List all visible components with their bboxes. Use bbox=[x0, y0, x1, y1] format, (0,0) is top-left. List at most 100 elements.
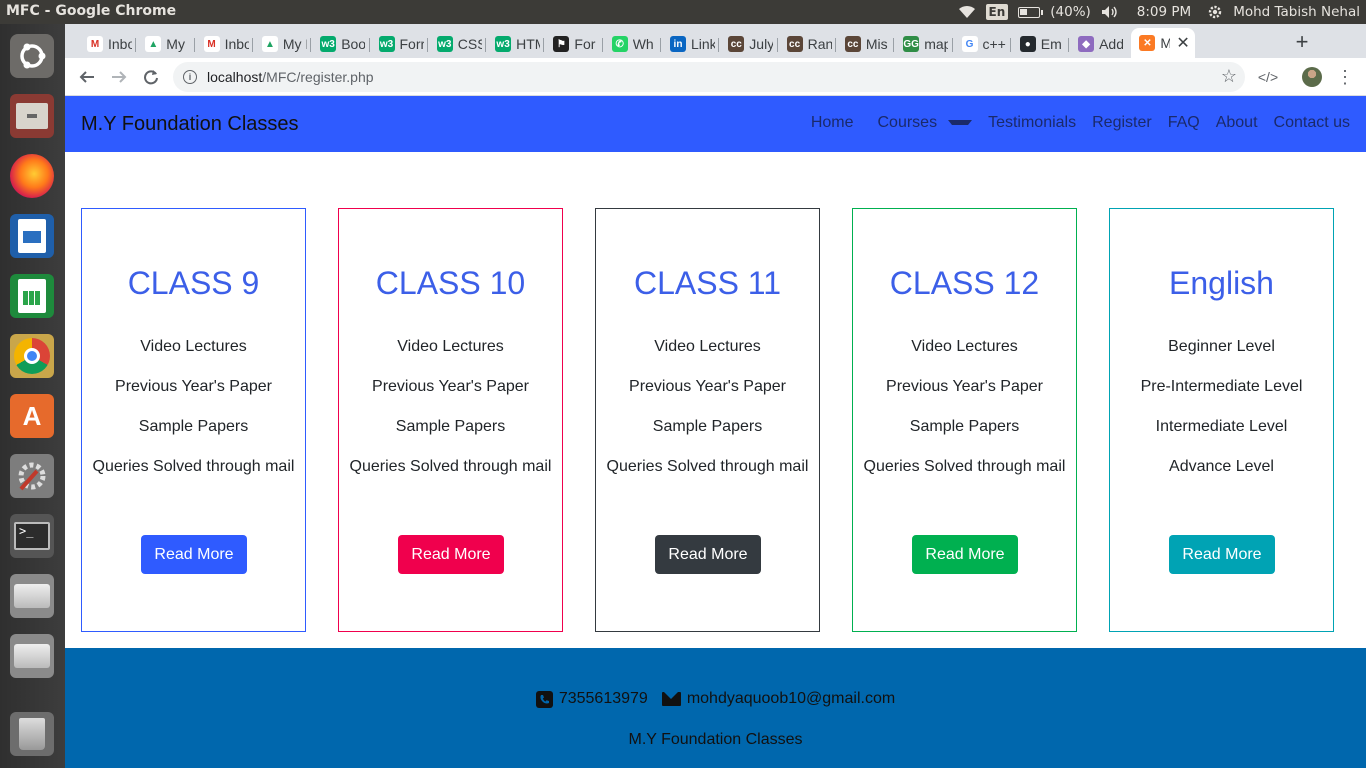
avatar[interactable] bbox=[1301, 66, 1323, 88]
nav-testimonials[interactable]: Testimonials bbox=[980, 114, 1084, 132]
libreoffice-writer-icon[interactable] bbox=[6, 210, 58, 262]
gmail-icon: M bbox=[87, 36, 103, 52]
volume-icon[interactable] bbox=[1101, 5, 1119, 19]
browser-tab[interactable]: MInbox bbox=[196, 30, 254, 58]
libreoffice-calc-icon[interactable] bbox=[6, 270, 58, 322]
nav-contact[interactable]: Contact us bbox=[1266, 114, 1358, 132]
browser-tab[interactable]: GG map bbox=[895, 30, 953, 58]
user-name[interactable]: Mohd Tabish Nehal bbox=[1233, 4, 1360, 20]
browser-tab[interactable]: cc Ran bbox=[779, 30, 837, 58]
nav-courses[interactable]: Courses bbox=[862, 114, 981, 132]
tab-title: c++ bbox=[982, 36, 1006, 52]
browser-tab-bar: + MInbox▲My DMInbox▲My Dw3Boow3Forrw3CSS… bbox=[65, 24, 1366, 58]
read-more-button[interactable]: Read More bbox=[655, 535, 761, 574]
browser-tab[interactable]: ✕ M ✕ bbox=[1131, 28, 1196, 58]
browser-tab[interactable]: in Link bbox=[662, 30, 720, 58]
feature-item: Sample Papers bbox=[395, 418, 506, 435]
browser-tab[interactable]: ✆ Wh bbox=[604, 30, 662, 58]
close-tab-icon[interactable]: ✕ bbox=[1176, 33, 1189, 53]
feature-item: Pre-Intermediate Level bbox=[1140, 378, 1303, 395]
tab-title: Add bbox=[1099, 36, 1124, 52]
menu-kebab-icon[interactable]: ⋮ bbox=[1335, 66, 1355, 88]
tab-separator bbox=[893, 38, 895, 52]
footer-email[interactable]: mohdyaquoob10@gmail.com bbox=[687, 690, 895, 708]
nav-about[interactable]: About bbox=[1208, 114, 1266, 132]
site-info-icon[interactable]: i bbox=[183, 70, 197, 84]
clock[interactable]: 8:09 PM bbox=[1137, 4, 1191, 20]
keyboard-language[interactable]: En bbox=[985, 4, 1009, 20]
browser-tab[interactable]: ▲My D bbox=[254, 30, 312, 58]
disk-drive-icon[interactable] bbox=[6, 630, 58, 682]
disk-drive-icon[interactable] bbox=[6, 570, 58, 622]
browser-tab[interactable]: Gc++ bbox=[954, 30, 1012, 58]
read-more-button[interactable]: Read More bbox=[141, 535, 247, 574]
codechef-icon: cc bbox=[844, 36, 861, 52]
nav-home[interactable]: Home bbox=[803, 114, 862, 132]
read-more-button[interactable]: Read More bbox=[398, 535, 504, 574]
back-icon[interactable] bbox=[73, 63, 101, 91]
browser-tab[interactable]: ▲My D bbox=[137, 30, 195, 58]
tab-separator bbox=[660, 38, 661, 52]
software-center-icon[interactable]: A bbox=[6, 390, 58, 442]
tab-separator bbox=[1009, 38, 1011, 52]
nav-faq[interactable]: FAQ bbox=[1160, 114, 1208, 132]
chrome-icon[interactable] bbox=[6, 330, 58, 382]
tab-title: Ran bbox=[807, 36, 832, 52]
forward-icon[interactable] bbox=[105, 63, 133, 91]
new-tab-button[interactable]: + bbox=[1290, 29, 1314, 54]
feature-item: Previous Year's Paper bbox=[372, 378, 529, 395]
terminal-icon[interactable]: >_ bbox=[6, 510, 58, 562]
read-more-button[interactable]: Read More bbox=[1169, 535, 1275, 574]
tab-separator bbox=[135, 38, 137, 52]
codechef-icon: cc bbox=[786, 36, 803, 52]
unity-launcher: A >_ bbox=[0, 24, 65, 768]
system-top-panel: MFC - Google Chrome En (40%) 8:09 PM Moh… bbox=[0, 0, 1366, 24]
battery-percent[interactable]: (40%) bbox=[1050, 4, 1091, 20]
tab-separator bbox=[543, 38, 545, 52]
tab-title: Inbox bbox=[108, 36, 132, 52]
feature-list: Video Lectures Previous Year's Paper Sampl… bbox=[339, 327, 562, 487]
extension-icon: ◆ bbox=[1078, 36, 1095, 52]
ubuntu-dash-icon[interactable] bbox=[6, 30, 58, 82]
reload-icon[interactable] bbox=[137, 63, 165, 91]
mail-icon bbox=[661, 692, 681, 706]
feature-item: Video Lectures bbox=[911, 338, 1018, 355]
feature-list: Video Lectures Previous Year's Paper Sampl… bbox=[82, 327, 305, 487]
footer-phone[interactable]: 7355613979 bbox=[559, 690, 648, 708]
read-more-button[interactable]: Read More bbox=[912, 535, 1018, 574]
browser-tab[interactable]: w3HTM bbox=[487, 30, 545, 58]
tab-separator bbox=[310, 38, 312, 52]
nav-register[interactable]: Register bbox=[1084, 114, 1160, 132]
browser-tab[interactable]: cc July bbox=[720, 30, 778, 58]
browser-tab[interactable]: ⚑ For bbox=[545, 30, 603, 58]
address-bar[interactable]: i localhost/MFC/register.php ☆ bbox=[173, 62, 1245, 92]
trash-icon[interactable] bbox=[6, 708, 58, 760]
browser-tab[interactable]: ● Em bbox=[1012, 30, 1070, 58]
tab-title: M bbox=[1160, 35, 1171, 51]
url-text[interactable]: localhost/MFC/register.php bbox=[207, 69, 374, 85]
w3-icon: w3 bbox=[320, 36, 337, 52]
gear-icon[interactable] bbox=[1207, 4, 1223, 20]
browser-tab[interactable]: w3CSS bbox=[429, 30, 487, 58]
drive-icon: ▲ bbox=[261, 36, 278, 52]
browser-tab[interactable]: ◆ Add bbox=[1070, 30, 1128, 58]
tab-title: July bbox=[749, 36, 774, 52]
gmail-icon: M bbox=[203, 36, 220, 52]
feature-list: Beginner Level Pre-Intermediate Level Inte… bbox=[1110, 327, 1333, 487]
linkedin-icon: in bbox=[670, 36, 686, 52]
browser-tab[interactable]: w3 Forr bbox=[371, 30, 429, 58]
bookmark-star-icon[interactable]: ☆ bbox=[1221, 66, 1237, 87]
developer-code-icon[interactable]: </> bbox=[1257, 66, 1279, 88]
window-title: MFC - Google Chrome bbox=[6, 3, 177, 19]
browser-tab[interactable]: M Inbox bbox=[79, 30, 137, 58]
system-settings-icon[interactable] bbox=[6, 450, 58, 502]
site-brand[interactable]: M.Y Foundation Classes bbox=[81, 113, 299, 136]
browser-tab[interactable]: cc Mis bbox=[837, 30, 895, 58]
course-card: CLASS 12 Video Lectures Previous Year's Pa… bbox=[852, 208, 1077, 632]
feature-item: Previous Year's Paper bbox=[115, 378, 272, 395]
browser-tab[interactable]: w3 Boo bbox=[312, 30, 370, 58]
file-manager-icon[interactable] bbox=[6, 90, 58, 142]
firefox-icon[interactable] bbox=[6, 150, 58, 202]
battery-icon[interactable] bbox=[1018, 6, 1044, 18]
wifi-icon[interactable] bbox=[958, 5, 976, 19]
